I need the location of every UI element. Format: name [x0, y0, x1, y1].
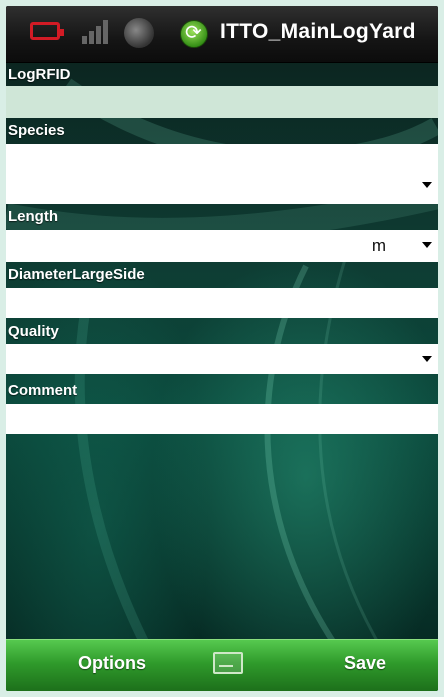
log-rfid-field[interactable]	[6, 86, 438, 118]
chevron-down-icon[interactable]	[422, 242, 432, 248]
length-unit-select[interactable]: m	[372, 236, 386, 256]
quality-label: Quality	[8, 323, 59, 340]
diameter-field[interactable]	[6, 288, 438, 318]
comment-field[interactable]	[6, 404, 438, 434]
comment-label: Comment	[8, 382, 78, 399]
menu-bar: Options Save	[6, 639, 438, 691]
diameter-label: DiameterLargeSide	[8, 266, 145, 283]
battery-icon	[30, 22, 64, 40]
chevron-down-icon[interactable]	[422, 356, 432, 362]
quality-dropdown[interactable]	[6, 344, 438, 374]
device-screen: ITTO_MainLogYard LogRFID Species Length …	[6, 6, 438, 691]
keyboard-icon[interactable]	[213, 652, 243, 674]
length-field[interactable]: m	[6, 230, 438, 262]
species-dropdown[interactable]	[6, 144, 438, 204]
save-button[interactable]: Save	[344, 653, 386, 674]
status-bar: ITTO_MainLogYard	[6, 6, 438, 63]
log-rfid-label: LogRFID	[8, 66, 71, 83]
options-button[interactable]: Options	[78, 653, 146, 674]
length-label: Length	[8, 208, 58, 225]
signal-icon	[82, 20, 116, 44]
species-label: Species	[8, 122, 65, 139]
sync-icon[interactable]	[180, 20, 208, 48]
chevron-down-icon[interactable]	[422, 182, 432, 188]
globe-icon	[124, 18, 154, 48]
app-title: ITTO_MainLogYard	[220, 20, 416, 43]
